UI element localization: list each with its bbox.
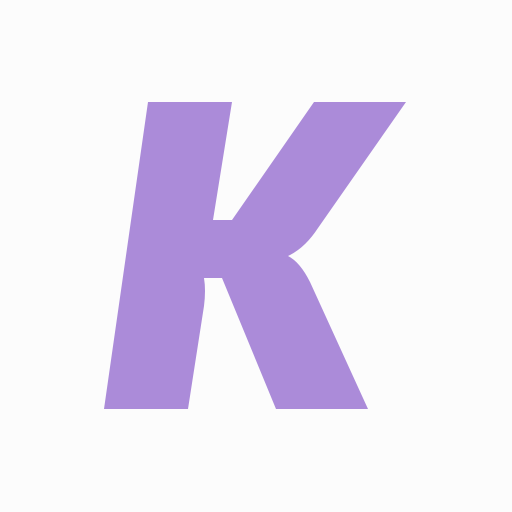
k-logo-icon bbox=[104, 102, 406, 409]
logo-canvas: K bbox=[0, 0, 512, 512]
k-letter-shape bbox=[104, 102, 406, 409]
